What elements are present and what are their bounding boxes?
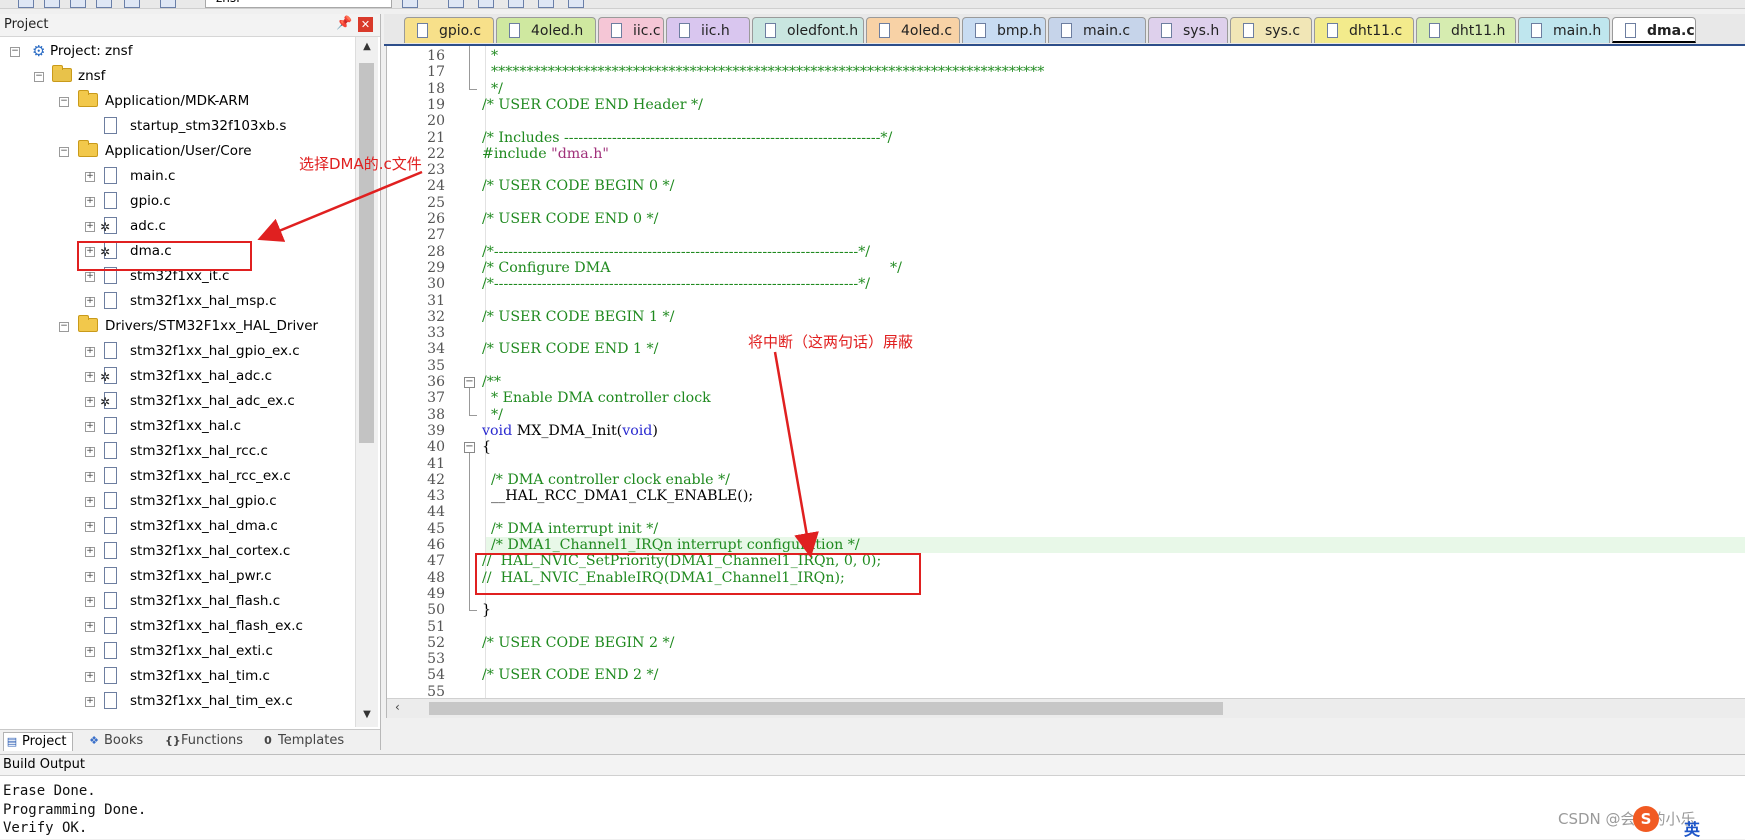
arrow-to-masked-lines — [773, 351, 819, 558]
ime-language-indicator[interactable]: 英 — [1684, 816, 1700, 840]
arrow-to-dma-file — [257, 170, 423, 242]
watermark: CSDN @会飞的小乐 — [1558, 810, 1696, 828]
annotation-arrows — [257, 170, 819, 558]
ime-badge-icon[interactable]: S — [1633, 806, 1659, 832]
